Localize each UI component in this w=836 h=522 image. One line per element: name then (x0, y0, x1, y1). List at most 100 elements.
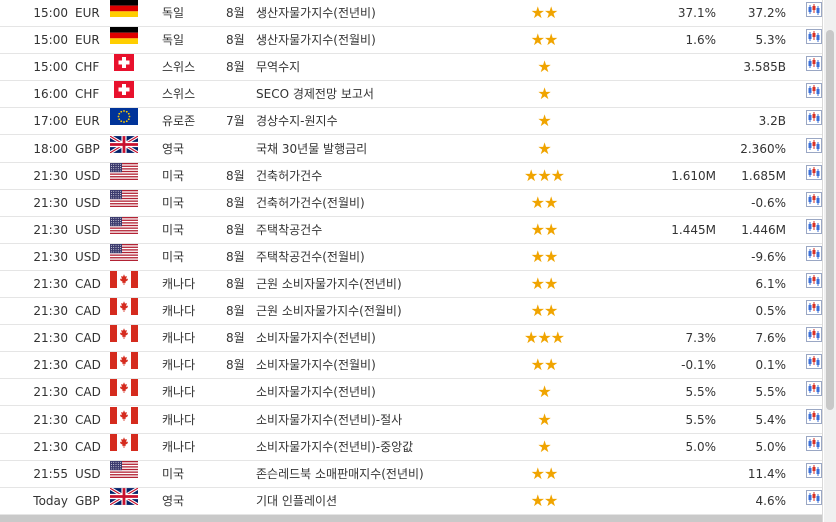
event-name[interactable]: 소비자물가지수(전년비) (256, 379, 376, 405)
table-row[interactable]: 21:30 CAD 캐나다 8월 근원 소비자물가지수(전년비) ★★ 6.1% (0, 271, 822, 298)
event-name[interactable]: SECO 경제전망 보고서 (256, 81, 374, 107)
event-name[interactable]: 근원 소비자물가지수(전년비) (256, 271, 402, 297)
event-name[interactable]: 소비자물가지수(전년비)-중앙값 (256, 434, 413, 460)
table-row[interactable]: Today GBP 영국 기대 인플레이션 ★★ 4.6% (0, 486, 822, 515)
table-row[interactable]: 16:00 CHF 스위스 SECO 경제전망 보고서 ★ (0, 81, 822, 109)
country-name: 미국 (162, 466, 185, 481)
reference-month: 7월 (226, 114, 245, 129)
star-icon: ★ (523, 165, 538, 185)
event-name[interactable]: 기대 인플레이션 (256, 488, 337, 514)
previous-value: -9.6% (751, 249, 786, 264)
germany-flag (110, 0, 138, 17)
star-icon: ★ (530, 355, 545, 375)
table-row[interactable]: 15:00 CHF 스위스 8월 무역수지 ★ 3.585B (0, 54, 822, 82)
currency-code: CAD (75, 439, 101, 454)
country-name: 미국 (162, 168, 185, 183)
table-row[interactable]: 21:30 CAD 캐나다 8월 소비자물가지수(전월비) ★★ -0.1% 0.1% (0, 352, 822, 380)
chart-icon[interactable] (806, 271, 822, 288)
previous-value: 5.0% (755, 439, 787, 454)
chart-icon[interactable] (806, 163, 822, 180)
importance-stars: ★ (512, 54, 576, 80)
event-name[interactable]: 경상수지-원지수 (256, 108, 338, 134)
scrollbar-thumb[interactable] (826, 30, 834, 410)
previous-value: 2.360% (740, 141, 786, 156)
chart-icon[interactable] (806, 352, 822, 370)
chart-icon[interactable] (806, 54, 822, 72)
table-row[interactable]: 21:30 CAD 캐나다 소비자물가지수(전년비) ★ 5.5% 5.5% (0, 379, 822, 407)
event-name[interactable]: 생산자물가지수(전년비) (256, 0, 376, 26)
star-icon: ★ (537, 138, 551, 158)
usa-flag (110, 162, 138, 180)
previous-value: 5.4% (755, 412, 787, 427)
event-name[interactable]: 소비자물가지수(전년비)-절사 (256, 407, 402, 433)
chart-icon[interactable] (806, 0, 822, 17)
table-row[interactable]: 17:00 EUR 유로존 7월 경상수지-원지수 ★ 3.2B (0, 108, 822, 136)
star-icon: ★ (544, 192, 558, 212)
table-row[interactable]: 21:30 CAD 캐나다 소비자물가지수(전년비)-절사 ★ 5.5% 5.4% (0, 406, 822, 434)
importance-stars: ★★ (512, 461, 576, 487)
usa-flag (110, 460, 138, 478)
chart-icon[interactable] (806, 379, 822, 397)
chart-icon[interactable] (806, 81, 822, 99)
event-time: 21:30 (33, 304, 68, 319)
event-time: 21:30 (33, 412, 68, 427)
currency-code: CAD (75, 277, 101, 291)
table-row[interactable]: 21:30 USD 미국 8월 주택착공건수 ★★ 1.445M 1.446M (0, 216, 822, 244)
country-name: 독일 (162, 6, 185, 20)
event-time: 15:00 (33, 6, 68, 20)
reference-month: 8월 (226, 358, 245, 373)
currency-code: GBP (75, 141, 100, 156)
event-name[interactable]: 생산자물가지수(전월비) (256, 27, 376, 53)
previous-value: 5.5% (755, 385, 787, 400)
event-name[interactable]: 존슨레드북 소매판매지수(전년비) (256, 461, 424, 487)
chart-icon[interactable] (806, 244, 822, 261)
chart-icon[interactable] (806, 434, 822, 451)
currency-code: USD (75, 466, 101, 481)
table-row[interactable]: 15:00 EUR 독일 8월 생산자물가지수(전월비) ★★ 1.6% 5.3% (0, 27, 822, 55)
currency-code: EUR (75, 33, 100, 48)
chart-icon[interactable] (806, 27, 822, 45)
event-name[interactable]: 건축허가건수(전월비) (256, 190, 365, 216)
star-icon: ★ (530, 463, 545, 483)
importance-stars: ★★ (512, 488, 576, 514)
canada-flag (110, 325, 138, 343)
event-name[interactable]: 주택착공건수 (256, 217, 322, 243)
chart-icon[interactable] (806, 407, 822, 424)
table-row[interactable]: 21:30 USD 미국 8월 건축허가건수(전월비) ★★ -0.6% (0, 189, 822, 217)
table-row[interactable]: 21:55 USD 미국 존슨레드북 소매판매지수(전년비) ★★ 11.4% (0, 460, 822, 488)
event-time: 15:00 (33, 33, 68, 48)
reference-month: 8월 (226, 331, 245, 346)
table-row[interactable]: 21:30 USD 미국 8월 주택착공건수(전월비) ★★ -9.6% (0, 243, 822, 271)
table-row[interactable]: 21:30 CAD 캐나다 소비자물가지수(전년비)-중앙값 ★ 5.0% 5.0% (0, 433, 822, 461)
chart-icon[interactable] (806, 461, 822, 478)
event-name[interactable]: 소비자물가지수(전년비) (256, 325, 376, 351)
chart-icon[interactable] (806, 298, 822, 316)
event-name[interactable]: 주택착공건수(전월비) (256, 244, 365, 270)
event-name[interactable]: 건축허가건수 (256, 163, 322, 189)
currency-code: USD (75, 249, 101, 264)
event-name[interactable]: 무역수지 (256, 54, 300, 80)
table-row[interactable]: 21:30 CAD 캐나다 8월 소비자물가지수(전년비) ★★★ 7.3% 7.6% (0, 325, 822, 353)
chart-icon[interactable] (806, 136, 822, 153)
country-name: 스위스 (162, 60, 196, 75)
table-row[interactable]: 15:00 EUR 독일 8월 생산자물가지수(전년비) ★★ 37.1% 37.2% (0, 0, 822, 27)
currency-code: CAD (75, 331, 101, 346)
chart-icon[interactable] (806, 325, 822, 343)
event-name[interactable]: 국채 30년물 발행금리 (256, 136, 367, 162)
event-time: 21:30 (33, 195, 68, 210)
chart-icon[interactable] (806, 217, 822, 234)
table-row[interactable]: 18:00 GBP 영국 국채 30년물 발행금리 ★ 2.360% (0, 134, 822, 163)
event-name[interactable]: 근원 소비자물가지수(전월비) (256, 298, 402, 324)
importance-stars: ★★ (512, 244, 576, 270)
reference-month: 8월 (226, 277, 245, 291)
chart-icon[interactable] (806, 108, 822, 126)
reference-month: 8월 (226, 195, 245, 210)
reference-month: 8월 (226, 222, 245, 237)
chart-icon[interactable] (806, 190, 822, 207)
table-row[interactable]: 21:30 USD 미국 8월 건축허가건수 ★★★ 1.610M 1.685M (0, 162, 822, 190)
previous-value: 37.2% (747, 6, 786, 20)
event-name[interactable]: 소비자물가지수(전월비) (256, 352, 376, 378)
chart-icon[interactable] (806, 488, 822, 505)
table-row[interactable]: 21:30 CAD 캐나다 8월 근원 소비자물가지수(전월비) ★★ 0.5% (0, 298, 822, 326)
reference-month: 8월 (226, 168, 245, 183)
